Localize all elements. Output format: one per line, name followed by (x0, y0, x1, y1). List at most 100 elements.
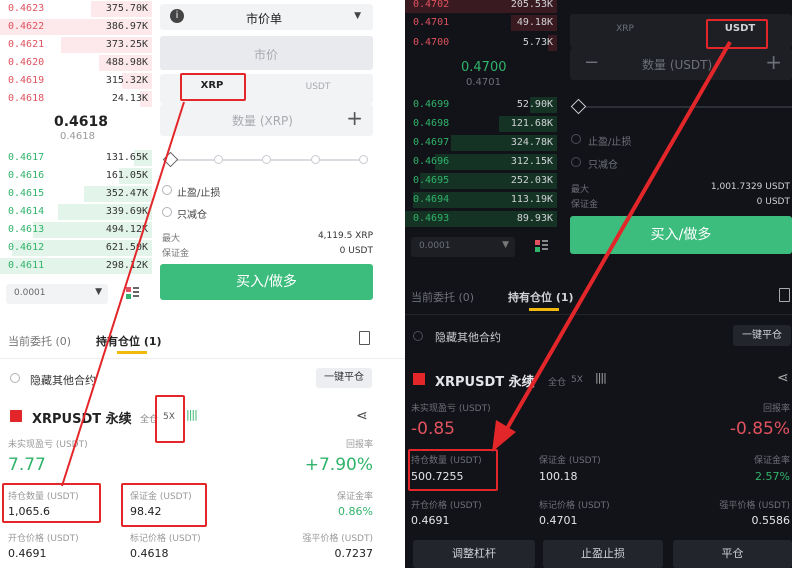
margin-ratio-label: 保证金率 (336, 492, 373, 502)
bid-qty: 89.93K (516, 213, 553, 224)
bid-price: 0.4694 (413, 194, 450, 205)
ask-row[interactable]: 0.4621 373.25K (0, 36, 152, 54)
roe-label: 回报率 (345, 440, 373, 450)
bid-row[interactable]: 0.4698 121.68K (405, 115, 557, 133)
annotation-box-usdt-tab (706, 19, 768, 49)
hide-other-checkbox[interactable] (10, 373, 20, 383)
bid-row[interactable]: 0.4699 52.90K (405, 96, 557, 114)
plus-icon[interactable]: + (765, 50, 782, 74)
ask-row[interactable]: 0.4701 49.18K (405, 14, 557, 32)
hide-other-label: 隐藏其他合约 (435, 331, 501, 344)
share-icon[interactable]: ⋖ (777, 370, 789, 386)
bid-row[interactable]: 0.4695 252.03K (405, 172, 557, 190)
reduce-only-label: 只减仓 (177, 210, 207, 221)
precision-select[interactable]: 0.0001 ▼ (411, 237, 515, 257)
tpsl-label: 止盈/止损 (177, 188, 221, 199)
tpsl-label: 止盈/止损 (588, 137, 632, 148)
depth-layout-icon[interactable] (535, 240, 548, 253)
bid-qty: 312.15K (510, 156, 553, 167)
bid-row[interactable]: 0.4694 113.19K (405, 191, 557, 209)
bid-row[interactable]: 0.4613 494.12K (0, 221, 152, 239)
liq-price-value: 0.5586 (751, 514, 791, 527)
bid-row[interactable]: 0.4697 324.78K (405, 134, 557, 152)
ask-row[interactable]: 0.4700 5.73K (405, 34, 557, 52)
close-position-button[interactable]: 平仓 (673, 540, 792, 568)
slider-step[interactable] (214, 155, 223, 164)
ask-row[interactable]: 0.4618 24.13K (0, 90, 152, 108)
bid-qty: 352.47K (105, 188, 148, 199)
order-type-select[interactable]: i 市价单 ▼ (160, 4, 373, 30)
entry-price-value: 0.4691 (8, 547, 47, 560)
tab-open-orders[interactable]: 当前委托 (0) (411, 289, 474, 305)
last-price: 0.4618 (54, 114, 109, 130)
ask-row[interactable]: 0.4619 315.32K (0, 72, 152, 90)
depth-layout-icon[interactable] (126, 287, 139, 300)
tpsl-button[interactable]: 止盈止损 (543, 540, 663, 568)
quantity-input[interactable]: 数量 (XRP) + (160, 104, 373, 136)
max-label: 最大 (162, 234, 181, 244)
close-all-button[interactable]: 一键平仓 (316, 368, 372, 388)
tab-unit-xrp[interactable]: XRP (600, 24, 650, 34)
roe-value: -0.85% (729, 419, 790, 439)
ask-row[interactable]: 0.4623 375.70K (0, 0, 152, 18)
close-all-button[interactable]: 一键平仓 (733, 325, 791, 346)
minus-icon[interactable]: − (584, 52, 599, 73)
slider-step[interactable] (311, 155, 320, 164)
tab-open-orders[interactable]: 当前委托 (0) (8, 333, 71, 349)
bid-row[interactable]: 0.4611 298.12K (0, 257, 152, 275)
bid-price: 0.4696 (413, 156, 450, 167)
bid-qty: 131.65K (105, 152, 148, 163)
hide-other-checkbox[interactable] (413, 331, 423, 341)
bid-qty: 52.90K (516, 99, 553, 110)
bid-row[interactable]: 0.4614 339.69K (0, 203, 152, 221)
mark-price-value: 0.4618 (130, 547, 169, 560)
margin-usdt-value: 100.18 (539, 470, 578, 483)
annotation-box-size (408, 449, 498, 491)
slider-handle[interactable] (162, 151, 179, 168)
tab-positions[interactable]: 持有仓位 (1) (508, 289, 574, 305)
bid-row[interactable]: 0.4696 312.15K (405, 153, 557, 171)
last-price: 0.4700 (461, 60, 507, 75)
reduce-only-checkbox[interactable] (571, 157, 581, 167)
buy-long-button[interactable]: 买入/做多 (570, 216, 792, 254)
reduce-only-checkbox[interactable] (162, 207, 172, 217)
tpsl-checkbox[interactable] (162, 185, 172, 195)
quantity-placeholder: 数量 (XRP) (232, 114, 293, 128)
tpsl-checkbox[interactable] (571, 134, 581, 144)
document-icon[interactable] (779, 288, 790, 302)
slider-step[interactable] (359, 155, 368, 164)
price-input[interactable]: 市价 (160, 36, 373, 70)
ask-qty: 375.70K (105, 3, 148, 14)
tab-positions[interactable]: 持有仓位 (1) (96, 333, 162, 349)
bid-row[interactable]: 0.4616 161.05K (0, 167, 152, 185)
precision-select[interactable]: 0.0001 ▼ (6, 284, 108, 304)
chevron-down-icon: ▼ (502, 240, 509, 250)
ask-qty: 5.73K (522, 37, 553, 48)
slider-handle[interactable] (570, 98, 587, 115)
ask-row[interactable]: 0.4620 488.98K (0, 54, 152, 72)
bid-price: 0.4613 (8, 224, 45, 235)
ask-row[interactable]: 0.4622 386.97K (0, 18, 152, 36)
ask-row[interactable]: 0.4702 205.53K (405, 0, 557, 14)
share-icon[interactable]: ⋖ (356, 408, 368, 424)
chevron-down-icon: ▼ (354, 11, 361, 21)
bid-price: 0.4699 (413, 99, 450, 110)
light-trade-panel: 0.4623 375.70K 0.4622 386.97K 0.4621 373.25… (0, 0, 405, 568)
chevron-down-icon: ▼ (95, 287, 102, 297)
bid-row[interactable]: 0.4615 352.47K (0, 185, 152, 203)
bid-qty: 113.19K (510, 194, 553, 205)
slider-step[interactable] (262, 155, 271, 164)
max-value: 4,119.5 XRP (317, 231, 373, 241)
hide-other-label: 隐藏其他合约 (30, 374, 96, 387)
tab-unit-usdt[interactable]: USDT (288, 82, 348, 100)
plus-icon[interactable]: + (346, 106, 363, 130)
document-icon[interactable] (359, 331, 370, 345)
buy-long-button[interactable]: 买入/做多 (160, 264, 373, 300)
bid-row[interactable]: 0.4612 621.50K (0, 239, 152, 257)
adjust-leverage-button[interactable]: 调整杠杆 (413, 540, 535, 568)
bid-row[interactable]: 0.4693 89.93K (405, 210, 557, 228)
bid-row[interactable]: 0.4617 131.65K (0, 149, 152, 167)
precision-value: 0.0001 (14, 288, 46, 298)
ask-price: 0.4619 (8, 75, 45, 86)
quantity-input[interactable]: − 数量 (USDT) + (570, 48, 792, 80)
